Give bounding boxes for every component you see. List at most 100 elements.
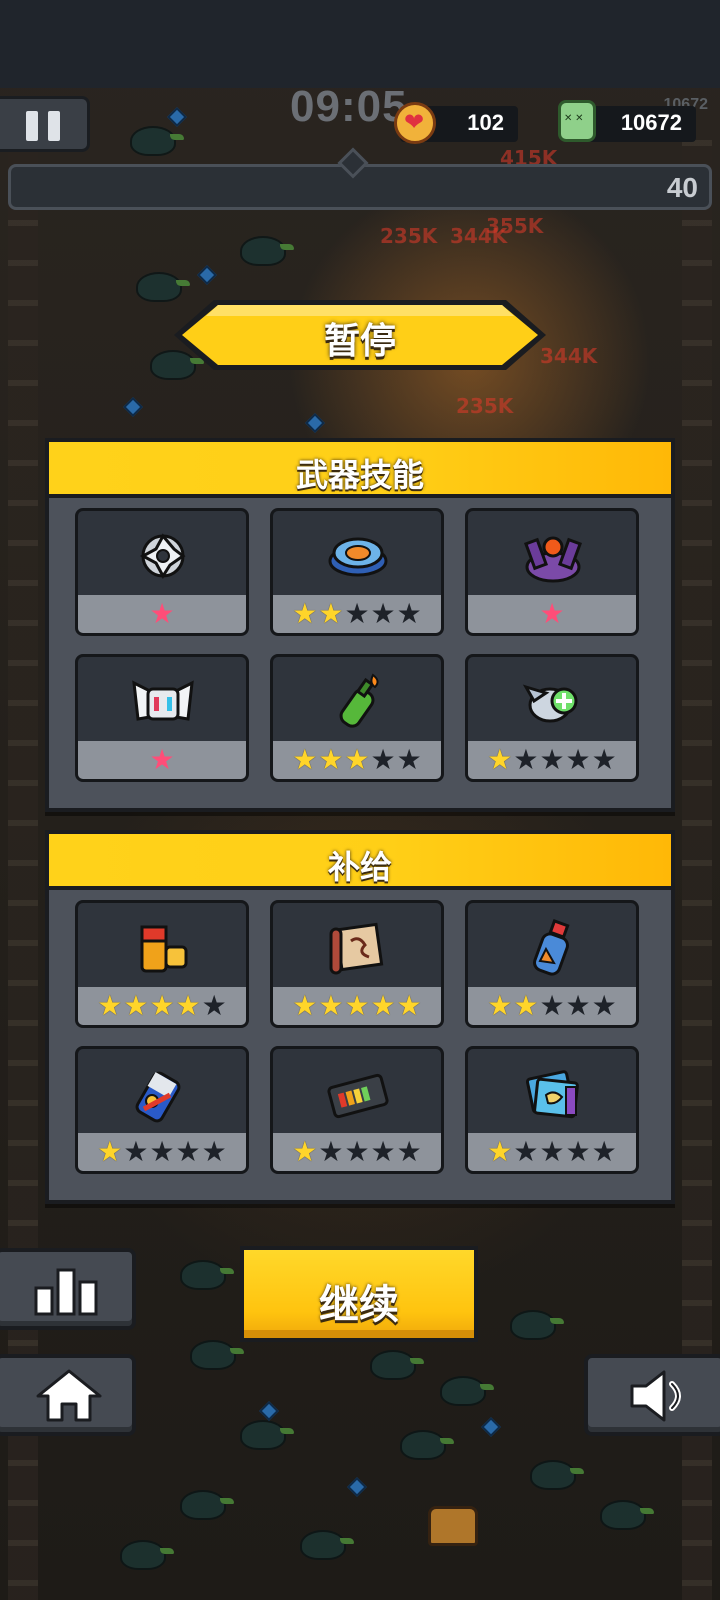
home-button[interactable]	[0, 1354, 136, 1436]
weapon-skill-card[interactable]: ★	[465, 508, 639, 636]
star-filled-icon: ★	[513, 990, 539, 1021]
enemy-beetle	[510, 1310, 564, 1340]
stats-button[interactable]	[0, 1248, 136, 1330]
star-empty-icon: ★	[591, 744, 617, 775]
enemy-beetle	[130, 126, 184, 156]
enemy-beetle	[180, 1260, 234, 1290]
star-empty-icon: ★	[396, 744, 422, 775]
kill-skull-icon	[558, 100, 596, 142]
heart-coin-icon	[394, 102, 436, 144]
star-filled-icon: ★	[344, 990, 370, 1021]
continue-button[interactable]: 继续	[240, 1246, 478, 1342]
star-empty-icon: ★	[396, 1136, 422, 1167]
star-empty-icon: ★	[201, 1136, 227, 1167]
pause-title: 暂停	[323, 320, 396, 361]
weapon-skills-panel: 武器技能 ★ ★ ★ ★ ★ ★ ★ ★ ★ ★ ★ ★ ★ ★ ★ ★ ★ ★	[45, 438, 675, 812]
star-rating: ★ ★ ★ ★ ★	[78, 1133, 246, 1171]
star-empty-icon: ★	[370, 598, 396, 629]
star-empty-icon: ★	[318, 1136, 344, 1167]
star-empty-icon: ★	[149, 1136, 175, 1167]
pause-icon	[26, 111, 38, 141]
supply-item-card[interactable]: ★ ★ ★ ★ ★	[465, 1046, 639, 1174]
star-rating: ★ ★ ★ ★ ★	[273, 987, 441, 1025]
star-empty-icon: ★	[591, 1136, 617, 1167]
weapon-skill-card[interactable]: ★ ★ ★ ★ ★	[465, 654, 639, 782]
star-rating: ★	[78, 595, 246, 633]
star-empty-icon: ★	[370, 744, 396, 775]
star-filled-icon: ★	[487, 744, 513, 775]
enemy-beetle	[370, 1350, 424, 1380]
star-rating: ★	[78, 741, 246, 779]
enemy-beetle	[180, 1490, 234, 1520]
supply-item-card[interactable]: ★ ★ ★ ★ ★	[270, 1046, 444, 1174]
enemy-beetle	[120, 1540, 174, 1570]
supplies-header: 补给	[49, 834, 671, 890]
star-filled-icon: ★	[487, 1136, 513, 1167]
enemy-beetle	[190, 1340, 244, 1370]
supply-item-card[interactable]: ★ ★ ★ ★ ★	[465, 900, 639, 1028]
turret-icon	[520, 527, 586, 585]
treasure-chest-icon	[428, 1506, 478, 1546]
star-filled-icon: ★	[97, 1136, 123, 1167]
kills-value: 10672	[620, 110, 682, 135]
star-empty-icon: ★	[370, 1136, 396, 1167]
hearts-value: 102	[467, 110, 504, 135]
player-level: 40	[666, 172, 698, 203]
status-bar-area	[0, 0, 720, 88]
star-filled-icon: ★	[344, 744, 370, 775]
star-filled-icon: ★	[370, 990, 396, 1021]
star-empty-icon: ★	[201, 990, 227, 1021]
enemy-beetle	[600, 1500, 654, 1530]
star-filled-icon: ★	[318, 990, 344, 1021]
map-book-icon	[520, 1065, 586, 1123]
weapon-skills-header: 武器技能	[49, 442, 671, 498]
sound-button[interactable]	[584, 1354, 720, 1436]
battery-icon	[130, 919, 196, 977]
star-filled-icon: ★	[487, 990, 513, 1021]
star-filled-icon: ★	[539, 598, 565, 629]
star-rating: ★ ★ ★ ★ ★	[468, 987, 636, 1025]
supply-item-card[interactable]: ★ ★ ★ ★ ★	[75, 1046, 249, 1174]
supplies-title: 补给	[327, 849, 392, 885]
weapon-skill-card[interactable]: ★	[75, 508, 249, 636]
weapon-skill-card[interactable]: ★	[75, 654, 249, 782]
kills-counter: 10672	[558, 100, 696, 142]
star-rating: ★ ★ ★ ★ ★	[468, 1133, 636, 1171]
star-empty-icon: ★	[539, 1136, 565, 1167]
shuriken-icon	[130, 527, 196, 585]
star-rating: ★ ★ ★ ★ ★	[273, 1133, 441, 1171]
star-empty-icon: ★	[513, 1136, 539, 1167]
star-empty-icon: ★	[565, 990, 591, 1021]
star-empty-icon: ★	[513, 744, 539, 775]
star-rating: ★ ★ ★ ★ ★	[78, 987, 246, 1025]
star-filled-icon: ★	[149, 990, 175, 1021]
star-filled-icon: ★	[175, 990, 201, 1021]
supply-item-card[interactable]: ★ ★ ★ ★ ★	[270, 900, 444, 1028]
star-rating: ★ ★ ★ ★ ★	[468, 741, 636, 779]
enemy-beetle	[240, 236, 294, 266]
pause-button[interactable]	[0, 96, 90, 152]
enemy-beetle	[400, 1430, 454, 1460]
star-filled-icon: ★	[97, 990, 123, 1021]
star-filled-icon: ★	[292, 598, 318, 629]
weapon-skill-card[interactable]: ★ ★ ★ ★ ★	[270, 654, 444, 782]
star-filled-icon: ★	[292, 1136, 318, 1167]
star-filled-icon: ★	[149, 744, 175, 775]
damage-number: 355K	[486, 214, 544, 238]
damage-number: 235K	[456, 394, 514, 418]
star-filled-icon: ★	[396, 990, 422, 1021]
star-empty-icon: ★	[539, 744, 565, 775]
damage-number: 235K	[380, 224, 438, 248]
star-rating: ★ ★ ★ ★ ★	[273, 741, 441, 779]
stats-icon	[34, 1268, 98, 1316]
hearts-counter: 102	[394, 102, 518, 144]
potion-bottle-icon	[520, 919, 586, 977]
star-empty-icon: ★	[539, 990, 565, 1021]
star-empty-icon: ★	[565, 1136, 591, 1167]
weapon-skill-card[interactable]: ★ ★ ★ ★ ★	[270, 508, 444, 636]
supply-item-card[interactable]: ★ ★ ★ ★ ★	[75, 900, 249, 1028]
star-rating: ★ ★ ★ ★ ★	[273, 595, 441, 633]
home-icon	[36, 1369, 102, 1422]
pause-icon-bar	[48, 111, 60, 141]
damage-number: 344K	[540, 344, 598, 368]
